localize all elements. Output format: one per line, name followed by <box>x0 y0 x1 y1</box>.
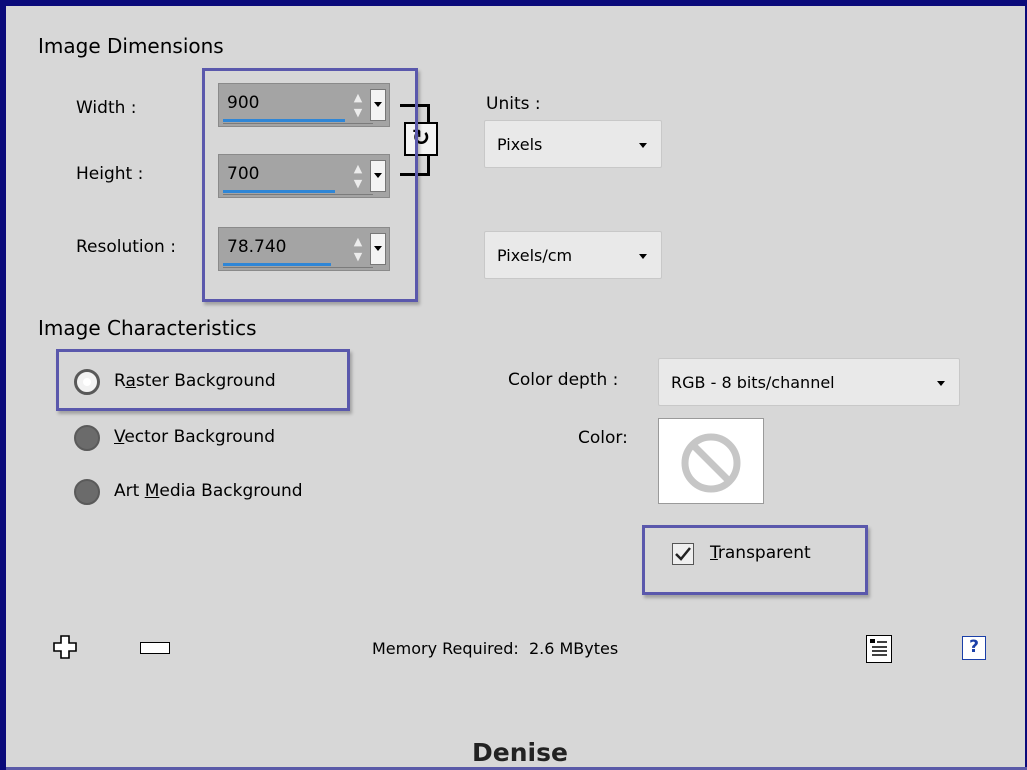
memory-label: Memory Required: <box>372 639 519 658</box>
watermark-signature: Denise <box>472 738 568 767</box>
help-icon[interactable]: ? <box>962 636 986 660</box>
vector-background-label: Vector Background <box>114 427 275 447</box>
units-label: Units : <box>486 94 541 114</box>
resolution-units-value: Pixels/cm <box>497 246 573 265</box>
radio-unselected-icon[interactable] <box>74 479 100 505</box>
units-select[interactable]: Pixels <box>484 120 662 168</box>
presets-icon[interactable] <box>866 635 892 663</box>
color-swatch[interactable] <box>658 418 764 504</box>
memory-value: 2.6 MBytes <box>528 639 619 658</box>
resolution-units-select[interactable]: Pixels/cm <box>484 231 662 279</box>
chevron-down-icon <box>639 254 647 259</box>
highlight-transparent <box>642 525 868 595</box>
radio-unselected-icon[interactable] <box>74 425 100 451</box>
resolution-label: Resolution : <box>76 237 176 257</box>
dialog-panel: Image Dimensions Width : Height : Resolu… <box>0 0 1027 770</box>
plus-icon[interactable] <box>52 634 78 660</box>
memory-required: Memory Required: 2.6 MBytes <box>372 639 618 658</box>
color-depth-label: Color depth : <box>508 370 619 390</box>
chevron-down-icon <box>937 381 945 386</box>
image-dimensions-heading: Image Dimensions <box>38 34 224 58</box>
width-label: Width : <box>76 98 137 118</box>
height-label: Height : <box>76 164 144 184</box>
highlight-dimensions <box>202 68 418 302</box>
highlight-raster <box>56 349 350 411</box>
art-media-background-option[interactable]: Art Media Background <box>74 478 364 510</box>
art-media-background-label: Art Media Background <box>114 481 303 501</box>
color-depth-value: RGB - 8 bits/channel <box>671 373 835 392</box>
units-value: Pixels <box>497 135 543 154</box>
vector-background-option[interactable]: Vector Background <box>74 424 344 456</box>
image-characteristics-heading: Image Characteristics <box>38 316 257 340</box>
no-color-icon <box>681 433 741 493</box>
chevron-down-icon <box>639 143 647 148</box>
color-label: Color: <box>578 428 628 448</box>
color-depth-select[interactable]: RGB - 8 bits/channel <box>658 358 960 406</box>
minus-icon[interactable] <box>140 642 170 654</box>
